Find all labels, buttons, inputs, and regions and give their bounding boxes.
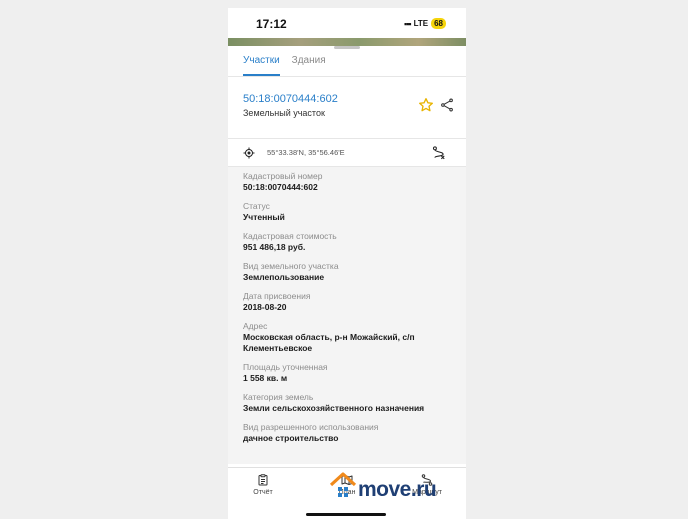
field-label: Кадастровый номер [243,171,323,181]
report-icon [258,474,268,486]
status-bar: 17:12 ▪▪▪ LTE 68 [228,8,466,38]
field-value: 2018-08-20 [243,302,287,312]
field-value: 50:18:0070444:602 [243,182,318,192]
tab-bar: Участки Здания [228,49,466,77]
field-label: Вид разрешенного использования [243,422,379,432]
watermark-text: move.ru [358,478,437,501]
phone-screen: 17:12 ▪▪▪ LTE 68 Участки Здания 50:18:00… [228,8,466,519]
field-label: Вид земельного участка [243,261,339,271]
field-label: Площадь уточненная [243,362,328,372]
home-indicator[interactable] [306,513,386,516]
battery-badge: 68 [431,18,446,29]
field-address: Адрес Московская область, р-н Можайский,… [243,321,451,354]
field-label: Статус [243,201,270,211]
plot-header: 50:18:0070444:602 Земельный участок [228,77,466,139]
star-icon[interactable] [418,97,434,113]
field-plot-kind: Вид земельного участка Землепользование [243,261,451,283]
field-status: Статус Учтенный [243,201,451,223]
field-land-category: Категория земель Земли сельскохозяйствен… [243,392,451,414]
field-assigned-date: Дата присвоения 2018-08-20 [243,291,451,313]
watermark: move.ru [330,472,437,502]
tab-plots[interactable]: Участки [243,55,280,76]
field-value: 1 558 кв. м [243,373,288,383]
field-label: Дата присвоения [243,291,311,301]
field-cadastral-value: Кадастровая стоимость 951 486,18 руб. [243,231,451,253]
nav-report-label: Отчёт [253,489,273,496]
network-type: LTE [413,19,429,28]
signal-icon: ▪▪▪ [404,18,412,29]
field-label: Адрес [243,321,268,331]
status-indicators: ▪▪▪ LTE 68 [404,18,446,29]
nav-report[interactable]: Отчёт [238,474,288,496]
field-value: 951 486,18 руб. [243,242,306,252]
details-sheet: Участки Здания 50:18:0070444:602 Земельн… [228,46,466,464]
field-value: Землепользование [243,272,325,282]
field-value: Учтенный [243,212,285,222]
route-off-icon[interactable] [432,145,446,161]
share-icon[interactable] [440,97,454,113]
tab-buildings[interactable]: Здания [292,55,326,76]
field-value: Московская область, р-н Можайский, с/п К… [243,332,415,353]
coordinates-row: 55°33.38'N, 35°56.46'E [228,139,466,167]
status-time: 17:12 [256,17,287,31]
field-permitted-use: Вид разрешенного использования дачное ст… [243,422,451,444]
field-label: Категория земель [243,392,314,402]
details-list[interactable]: Кадастровый номер 50:18:0070444:602 Стат… [228,167,466,464]
field-cadastral-number: Кадастровый номер 50:18:0070444:602 [243,171,451,193]
field-area: Площадь уточненная 1 558 кв. м [243,362,451,384]
map-background[interactable] [228,38,466,46]
coordinates-text[interactable]: 55°33.38'N, 35°56.46'E [267,148,345,157]
field-value: Земли сельскохозяйственного назначения [243,403,425,413]
field-label: Кадастровая стоимость [243,231,337,241]
field-value: дачное строительство [243,433,339,443]
location-target-icon[interactable] [243,147,255,159]
house-logo-icon [330,472,356,497]
